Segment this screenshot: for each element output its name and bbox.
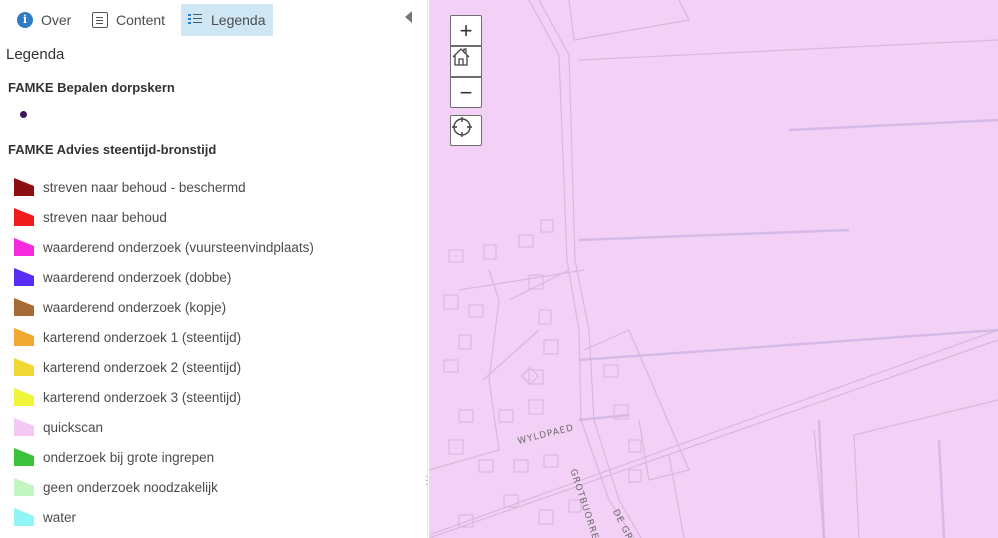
legend-icon [187,12,203,28]
zoom-out-button[interactable]: − [450,77,482,108]
legend-item: karterend onderzoek 2 (steentijd) [13,352,413,382]
legend-item-label: karterend onderzoek 3 (steentijd) [43,389,242,405]
legend-swatch-icon [13,207,35,227]
map-view[interactable]: WYLDPAED GROTBUORREN DE GR + − [429,0,998,538]
tab-over[interactable]: i Over [11,4,77,36]
legend-swatch-icon [13,417,35,437]
legend-item: karterend onderzoek 1 (steentijd) [13,322,413,352]
tab-legenda-label: Legenda [211,12,266,28]
tab-legenda[interactable]: Legenda [181,4,273,36]
minus-icon: − [459,79,473,105]
legend-item-list: streven naar behoud - beschermd streven … [13,172,413,532]
legend-item-label: waarderend onderzoek (kopje) [43,299,227,315]
crosshair-icon [452,117,472,137]
legend-item: onderzoek bij grote ingrepen [13,442,413,472]
legend-item: water [13,502,413,532]
legend-swatch-icon [13,297,35,317]
legend-swatch-icon [13,507,35,527]
layer-title-dorpskern: FAMKE Bepalen dorpskern [8,80,175,95]
legend-item-label: geen onderzoek noodzakelijk [43,479,218,495]
legend-item: waarderend onderzoek (vuursteenvindplaat… [13,232,413,262]
legend-item: waarderend onderzoek (kopje) [13,292,413,322]
home-button[interactable] [450,46,482,77]
tab-content-label: Content [116,12,166,28]
legend-item-label: onderzoek bij grote ingrepen [43,449,215,465]
legend-item-label: water [43,509,77,525]
legend-panel: i Over Content Legenda Legenda FAMKE Bep… [0,0,428,538]
plus-icon: + [459,17,473,43]
panel-tabs: i Over Content Legenda [0,0,428,40]
legend-item: quickscan [13,412,413,442]
info-icon: i [17,12,33,28]
legend-swatch-icon [13,447,35,467]
legend-swatch-icon [13,357,35,377]
legend-swatch-icon [13,477,35,497]
legend-swatch-icon [13,237,35,257]
legend-item: karterend onderzoek 3 (steentijd) [13,382,413,412]
home-icon [452,48,470,66]
panel-resize-handle[interactable]: · · · [425,472,428,491]
tab-content[interactable]: Content [86,4,171,36]
legend-item: streven naar behoud - beschermd [13,172,413,202]
legend-item-label: karterend onderzoek 1 (steentijd) [43,329,242,345]
legend-swatch-icon [13,327,35,347]
legend-swatch-icon [13,267,35,287]
legend-item: waarderend onderzoek (dobbe) [13,262,413,292]
legend-item-label: streven naar behoud - beschermd [43,179,246,195]
legend-item-label: streven naar behoud [43,209,167,225]
legend-item-label: waarderend onderzoek (dobbe) [43,269,232,285]
legend-swatch-icon [13,387,35,407]
legend-item-label: karterend onderzoek 2 (steentijd) [43,359,242,375]
content-icon [92,12,108,28]
point-symbol-icon [20,111,27,118]
locate-button[interactable] [450,115,482,146]
layer-title-advies: FAMKE Advies steentijd-bronstijd [8,142,217,157]
tab-over-label: Over [41,12,72,28]
legend-heading: Legenda [6,46,65,63]
legend-item: geen onderzoek noodzakelijk [13,472,413,502]
legend-item: streven naar behoud [13,202,413,232]
map-basemap [429,0,998,538]
legend-item-label: waarderend onderzoek (vuursteenvindplaat… [43,239,314,255]
legend-item-label: quickscan [43,419,104,435]
legend-swatch-icon [13,177,35,197]
collapse-panel-icon[interactable] [405,11,412,23]
zoom-in-button[interactable]: + [450,15,482,46]
